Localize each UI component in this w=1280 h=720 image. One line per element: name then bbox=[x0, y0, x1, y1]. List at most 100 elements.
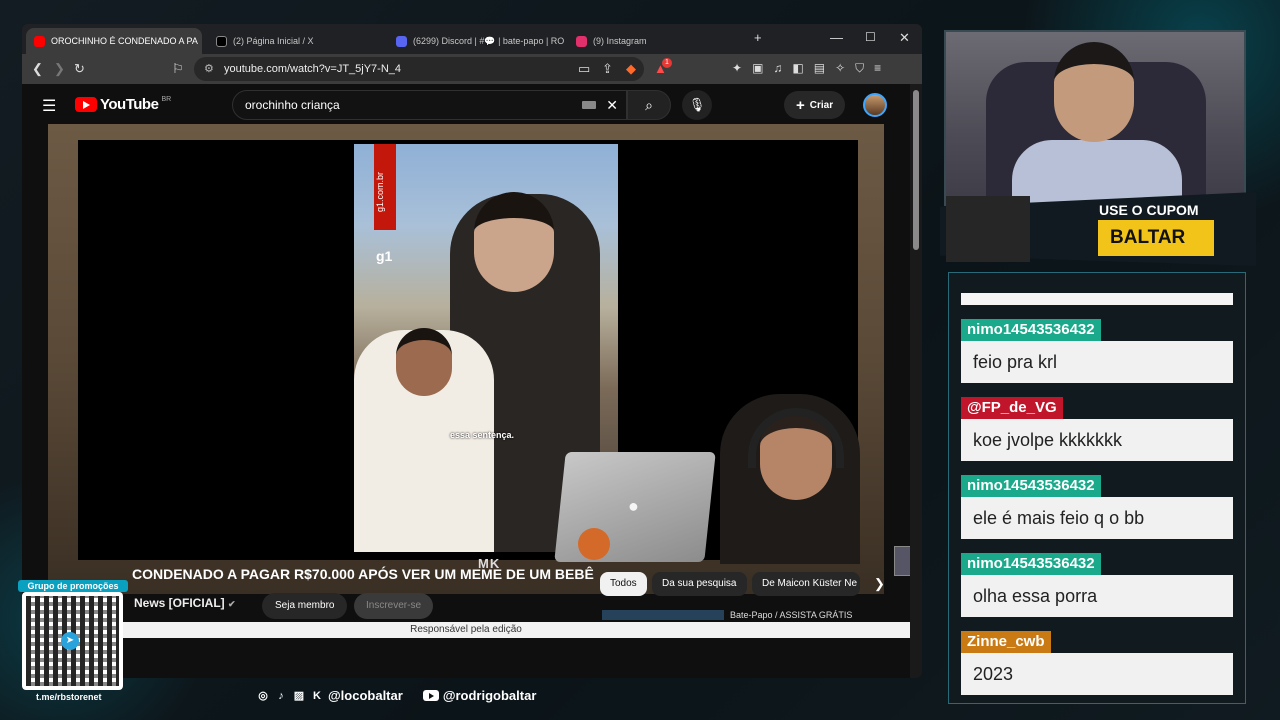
streamer-head bbox=[1054, 42, 1134, 142]
verified-icon: ✔ bbox=[228, 599, 236, 609]
channel-name-text: News [OFICIAL] bbox=[134, 596, 225, 610]
music-icon[interactable]: ♫ bbox=[773, 61, 782, 76]
instagram-icon: ◎ bbox=[258, 689, 268, 702]
chat-username: Zinne_cwb bbox=[961, 631, 1051, 653]
back-icon[interactable]: ❮ bbox=[32, 61, 43, 77]
brave-shield-icon[interactable]: ◆ bbox=[626, 61, 636, 77]
chat-panel: nimo14543536432 feio pra krl @FP_de_VG k… bbox=[948, 272, 1246, 704]
menu-icon[interactable]: ≡ bbox=[874, 61, 881, 76]
tab-discord[interactable]: (6299) Discord | #💬 | bate-papo | RODRIG… bbox=[388, 28, 564, 54]
chip-da-sua-pesquisa[interactable]: Da sua pesquisa bbox=[652, 572, 747, 596]
tab-youtube[interactable]: OROCHINHO É CONDENADO A PA ✕ bbox=[26, 28, 202, 54]
chat-text: koe jvolpe kkkkkkk bbox=[961, 419, 1233, 461]
extensions-icon[interactable]: ✦ bbox=[732, 61, 742, 76]
video-title: CONDENADO A PAGAR R$70.000 APÓS VER UM M… bbox=[132, 566, 594, 582]
streamer-body bbox=[1012, 140, 1182, 204]
video-subtitle: essa sentença. bbox=[450, 430, 515, 440]
youtube-favicon-icon bbox=[34, 35, 45, 47]
page-scrollbar[interactable] bbox=[910, 84, 922, 678]
join-button[interactable]: Seja membro bbox=[262, 593, 348, 619]
youtube-page: ☰ YouTube BR orochinho criança ✕ ⌕ 🎙 + C… bbox=[22, 84, 922, 678]
minimize-button[interactable]: — bbox=[830, 30, 843, 45]
video-player[interactable]: g1.com.br g1 essa sentença. ● MK bbox=[48, 124, 922, 594]
channel-name[interactable]: News [OFICIAL] ✔ bbox=[134, 596, 236, 610]
laptop-sticker bbox=[578, 528, 610, 560]
create-button[interactable]: + Criar bbox=[784, 91, 846, 119]
coupon-code: BALTAR bbox=[1098, 220, 1214, 256]
qr-url: t.me/rbstorenet bbox=[36, 692, 102, 702]
address-bar[interactable]: ⚙ youtube.com/watch?v=JT_5jY7-N_4 bbox=[194, 57, 644, 81]
tiktok-icon: ♪ bbox=[278, 689, 284, 702]
chat-text: feio pra krl bbox=[961, 341, 1233, 383]
x-favicon-icon bbox=[216, 35, 227, 47]
close-window-button[interactable]: ✕ bbox=[899, 30, 910, 46]
vpn-icon[interactable]: ⛉ bbox=[855, 61, 864, 76]
rewards-badge: 1 bbox=[662, 58, 672, 68]
create-label: Criar bbox=[809, 99, 834, 111]
social-handle: @locobaltar bbox=[328, 688, 403, 703]
tab-x[interactable]: (2) Página Inicial / X bbox=[208, 28, 384, 54]
clear-search-icon[interactable]: ✕ bbox=[606, 97, 618, 114]
hamburger-menu-icon[interactable]: ☰ bbox=[42, 96, 56, 116]
chip-todos[interactable]: Todos bbox=[600, 572, 647, 596]
browser-window: OROCHINHO É CONDENADO A PA ✕ (2) Página … bbox=[22, 24, 922, 678]
chat-message: nimo14543536432 feio pra krl bbox=[961, 319, 1233, 383]
plus-icon: + bbox=[796, 96, 805, 114]
youtube-wordmark: YouTube bbox=[100, 96, 159, 113]
scrollbar-thumb[interactable] bbox=[913, 90, 919, 250]
reload-icon[interactable]: ↻ bbox=[74, 61, 85, 77]
share-icon[interactable]: ⇪ bbox=[602, 61, 613, 77]
g1-logo: g1 bbox=[376, 248, 393, 264]
apple-logo-icon: ● bbox=[628, 496, 639, 516]
qr-caption: Grupo de promoções bbox=[18, 580, 128, 592]
browser-toolbar: ❮ ❯ ↻ ⚐ ⚙ youtube.com/watch?v=JT_5jY7-N_… bbox=[22, 54, 922, 84]
coupon-image bbox=[946, 196, 1030, 262]
sidebar-icon[interactable]: ◧ bbox=[792, 61, 803, 76]
search-button[interactable]: ⌕ bbox=[627, 90, 671, 120]
recommendation-title[interactable]: Bate-Papo / ASSISTA GRÁTIS bbox=[730, 610, 852, 620]
youtube-header: ☰ YouTube BR orochinho criança ✕ ⌕ 🎙 + C… bbox=[22, 84, 910, 124]
subscribe-button[interactable]: Inscrever-se bbox=[354, 593, 434, 619]
keyboard-icon[interactable] bbox=[582, 101, 596, 109]
url-text: youtube.com/watch?v=JT_5jY7-N_4 bbox=[224, 63, 402, 75]
tab-label: OROCHINHO É CONDENADO A PA bbox=[51, 36, 198, 46]
site-info-icon[interactable]: ⚙ bbox=[204, 62, 214, 75]
chat-message: @FP_de_VG koe jvolpe kkkkkkk bbox=[961, 397, 1233, 461]
instagram-favicon-icon bbox=[576, 35, 587, 47]
g1-url-label: g1.com.br bbox=[375, 172, 385, 213]
chat-text: olha essa porra bbox=[961, 575, 1233, 617]
clip-man-head bbox=[474, 192, 554, 292]
chip-de-maicon[interactable]: De Maicon Küster Ne bbox=[752, 572, 860, 596]
social-handles: ◎ ♪ ▨ K @locobaltar @rodrigobaltar bbox=[256, 688, 536, 703]
youtube-icon bbox=[422, 690, 439, 701]
chat-username: nimo14543536432 bbox=[961, 475, 1101, 497]
voice-search-button[interactable]: 🎙 bbox=[682, 90, 712, 120]
recommendation-thumbnail[interactable] bbox=[602, 610, 724, 620]
chat-username: nimo14543536432 bbox=[961, 319, 1101, 341]
bookmark-icon[interactable]: ⚐ bbox=[172, 61, 184, 77]
youtube-logo[interactable]: YouTube BR bbox=[75, 96, 171, 113]
coupon-label: USE O CUPOM bbox=[1099, 202, 1199, 218]
wallet-icon[interactable]: ▤ bbox=[814, 61, 825, 76]
extension-bar: ✦ ▣ ♫ ◧ ▤ ✧ ⛉ ≡ bbox=[732, 61, 881, 76]
maximize-button[interactable]: ☐ bbox=[865, 30, 876, 44]
tab-instagram[interactable]: (9) Instagram bbox=[568, 28, 744, 54]
leo-ai-icon[interactable]: ✧ bbox=[835, 61, 845, 76]
avatar[interactable] bbox=[863, 93, 887, 117]
chat-text: 2023 bbox=[961, 653, 1233, 695]
webcam-feed bbox=[944, 30, 1246, 206]
search-query: orochinho criança bbox=[245, 98, 340, 112]
chat-message: nimo14543536432 ele é mais feio q o bb bbox=[961, 475, 1233, 539]
chat-message-cutoff bbox=[961, 293, 1233, 305]
chat-message: nimo14543536432 olha essa porra bbox=[961, 553, 1233, 617]
search-input[interactable]: orochinho criança ✕ bbox=[232, 90, 627, 120]
chevron-right-icon[interactable]: ❯ bbox=[874, 576, 885, 592]
discord-favicon-icon bbox=[396, 35, 407, 47]
forward-icon[interactable]: ❯ bbox=[54, 61, 65, 77]
screenshot-icon[interactable]: ▣ bbox=[752, 61, 763, 76]
new-tab-button[interactable]: + bbox=[754, 30, 762, 45]
social-handle: @rodrigobaltar bbox=[442, 688, 537, 703]
twitch-icon: ▨ bbox=[293, 689, 305, 702]
telegram-icon: ➤ bbox=[61, 632, 79, 650]
install-app-icon[interactable]: ▭ bbox=[578, 61, 590, 77]
